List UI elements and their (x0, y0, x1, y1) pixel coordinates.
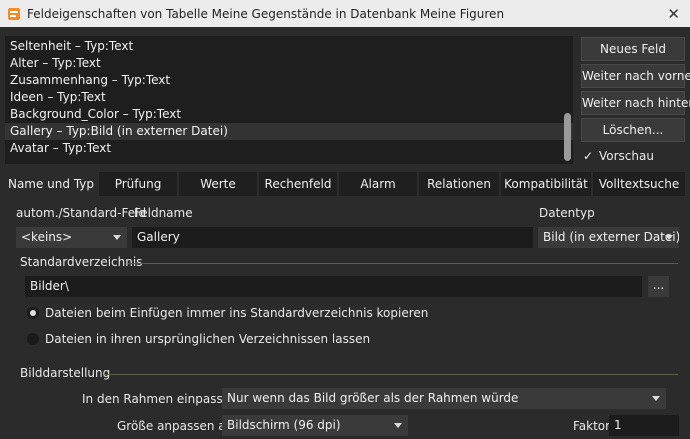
chevron-down-icon (113, 235, 121, 240)
fit-value: Nur wenn das Bild größer als der Rahmen … (227, 391, 519, 405)
app-icon (8, 7, 20, 20)
radio-copy-files[interactable] (27, 307, 39, 319)
field-list-item-selected[interactable]: Gallery – Typ:Bild (in externer Datei) (5, 123, 573, 140)
datatype-label: Datentyp (539, 206, 595, 220)
chevron-down-icon (665, 235, 673, 240)
field-list-item[interactable]: Zusammenhang – Typ:Text (5, 72, 573, 89)
factor-input[interactable]: 1 (609, 415, 679, 436)
section-divider (104, 374, 678, 375)
auto-field-select[interactable]: <keins> (16, 227, 127, 248)
fieldname-input[interactable]: Gallery (132, 227, 533, 248)
fieldname-label: Feldname (134, 206, 193, 220)
tab-bar: Name und Typ Prüfung Werte Rechenfeld Al… (5, 172, 685, 196)
radio-keep-files[interactable] (27, 333, 39, 345)
auto-field-label: autom./Standard-Feld (16, 206, 147, 220)
size-value: Bildschirm (96 dpi) (227, 418, 341, 432)
move-forward-button[interactable]: Weiter nach vorne (581, 64, 690, 88)
size-label: Größe anpassen an: (117, 419, 238, 433)
close-icon[interactable]: ✕ (667, 5, 680, 23)
std-dir-input[interactable]: Bilder\ (25, 276, 642, 297)
move-back-button[interactable]: Weiter nach hinten (581, 91, 690, 115)
field-list-item[interactable]: Seltenheit – Typ:Text (5, 38, 573, 55)
field-list-scrollbar[interactable] (564, 113, 571, 161)
std-dir-section-title: Standardverzeichnis (20, 255, 143, 269)
field-list-item[interactable]: Background_Color – Typ:Text (5, 106, 573, 123)
field-list-item[interactable]: Ideen – Typ:Text (5, 89, 573, 106)
chevron-down-icon (394, 423, 402, 428)
section-divider (128, 263, 678, 264)
fit-select[interactable]: Nur wenn das Bild größer als der Rahmen … (222, 388, 666, 409)
tab-values[interactable]: Werte (179, 172, 257, 196)
browse-button[interactable]: ... (648, 276, 669, 297)
auto-field-value: <keins> (21, 230, 73, 244)
fit-label: In den Rahmen einpassen: (82, 392, 242, 406)
tab-fulltext-search[interactable]: Volltextsuche (593, 172, 685, 196)
field-list[interactable]: Seltenheit – Typ:Text Alter – Typ:Text Z… (5, 36, 573, 164)
factor-label: Faktor (573, 419, 611, 433)
datatype-select[interactable]: Bild (in externer Datei) (538, 227, 679, 248)
size-select[interactable]: Bildschirm (96 dpi) (222, 415, 408, 436)
new-field-button[interactable]: Neues Feld (581, 37, 685, 61)
preview-checkbox[interactable]: ✓ Vorschau (583, 149, 654, 163)
tab-calculation[interactable]: Rechenfeld (259, 172, 337, 196)
field-list-item[interactable]: Alter – Typ:Text (5, 55, 573, 72)
tab-compatibility[interactable]: Kompatibilität (501, 172, 591, 196)
tab-alarm[interactable]: Alarm (339, 172, 417, 196)
datatype-value: Bild (in externer Datei) (543, 230, 679, 244)
image-section-title: Bilddarstellung (20, 366, 111, 380)
preview-label: Vorschau (599, 149, 654, 163)
field-list-item[interactable]: Avatar – Typ:Text (5, 140, 573, 157)
window-title: Feldeigenschaften von Tabelle Meine Gege… (27, 6, 505, 21)
tab-name-and-type[interactable]: Name und Typ (5, 172, 97, 196)
chevron-down-icon (652, 396, 660, 401)
checkmark-icon: ✓ (583, 149, 594, 163)
title-bar: Feldeigenschaften von Tabelle Meine Gege… (0, 0, 690, 27)
delete-button[interactable]: Löschen... (581, 118, 685, 142)
radio-copy-label: Dateien beim Einfügen immer ins Standard… (45, 306, 429, 320)
tab-relations[interactable]: Relationen (419, 172, 499, 196)
tab-validation[interactable]: Prüfung (99, 172, 177, 196)
radio-keep-label: Dateien in ihren ursprünglichen Verzeich… (45, 332, 371, 346)
